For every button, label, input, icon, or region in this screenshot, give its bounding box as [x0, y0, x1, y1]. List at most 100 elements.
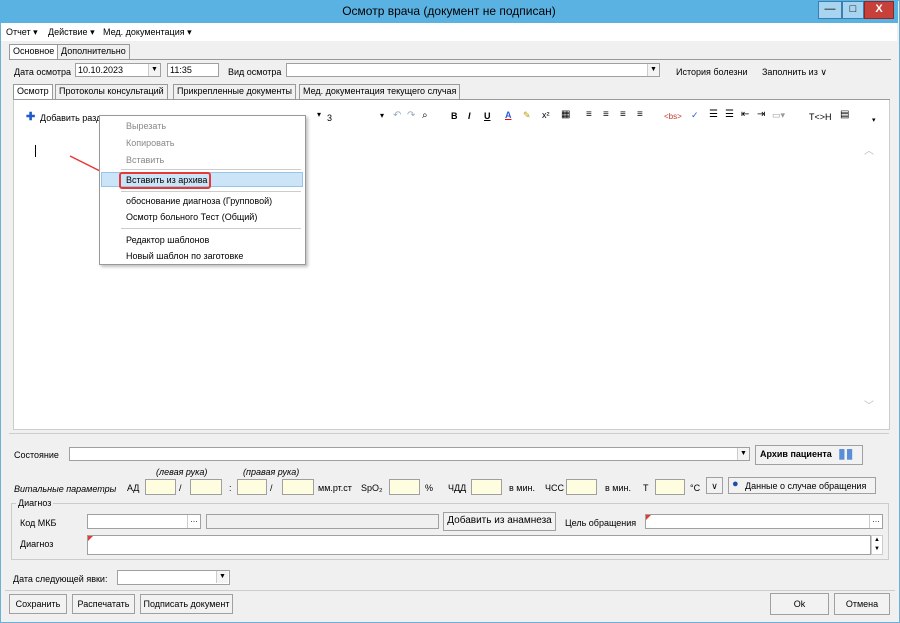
- subtab-case-docs[interactable]: Мед. документация текущего случая: [299, 84, 461, 99]
- menu-item-template-diagnosis[interactable]: обоснование диагноза (Групповой): [126, 196, 272, 206]
- bullet-list-icon[interactable]: ☰: [725, 109, 734, 120]
- menu-item-new-template[interactable]: Новый шаблон по заготовке: [126, 251, 243, 261]
- insert-icon[interactable]: ▭▾: [772, 110, 785, 121]
- bold-icon[interactable]: B: [451, 111, 458, 121]
- font-color-icon[interactable]: A: [505, 110, 512, 120]
- toolbar-overflow-icon[interactable]: ▾: [872, 116, 876, 124]
- chevron-down-icon: ∨: [711, 481, 718, 491]
- chevron-down-icon[interactable]: ▼: [647, 64, 659, 76]
- chevron-down-icon[interactable]: ▼: [737, 448, 749, 460]
- sign-document-button[interactable]: Подписать документ: [140, 594, 233, 614]
- align-justify-icon[interactable]: ≡: [637, 109, 643, 120]
- superscript-icon[interactable]: x²: [542, 110, 550, 120]
- save-button[interactable]: Сохранить: [9, 594, 67, 614]
- next-visit-input[interactable]: [117, 570, 230, 585]
- exam-kind-select[interactable]: [286, 63, 660, 77]
- scroll-up-icon[interactable]: ︿: [864, 142, 874, 157]
- spellcheck-icon[interactable]: ✓: [691, 110, 699, 121]
- diagnosis-spinner[interactable]: ▲ ▼: [871, 535, 883, 555]
- minimize-button[interactable]: —: [818, 1, 842, 19]
- required-marker: [88, 536, 93, 541]
- underline-icon[interactable]: U: [484, 111, 491, 121]
- subtab-consult-protocols[interactable]: Протоколы консультаций: [55, 84, 168, 99]
- close-button[interactable]: X: [864, 1, 894, 19]
- case-data-button[interactable]: Данные о случае обращения: [728, 477, 876, 494]
- add-section-button[interactable]: Добавить разд: [40, 113, 101, 123]
- time-input[interactable]: 11:35: [167, 63, 219, 77]
- person-icon: ●: [732, 478, 739, 490]
- goal-browse-button[interactable]: …: [869, 515, 882, 528]
- time-value: 11:35: [170, 65, 192, 75]
- mkb-browse-button[interactable]: …: [187, 515, 200, 528]
- date-value: 10.10.2023: [78, 65, 124, 75]
- percent-label: %: [425, 483, 434, 493]
- menu-item-template-editor[interactable]: Редактор шаблонов: [126, 235, 209, 245]
- highlight-icon[interactable]: ✎: [523, 110, 531, 121]
- chevron-down-icon[interactable]: ▼: [148, 64, 160, 76]
- table-icon[interactable]: ▦: [561, 109, 570, 120]
- clipboard-icon[interactable]: ▤: [840, 109, 849, 120]
- add-from-anamnesis-button[interactable]: Добавить из анамнеза: [443, 512, 556, 531]
- print-button[interactable]: Распечатать: [72, 594, 135, 614]
- font-size-chevron-icon[interactable]: ▾: [317, 110, 321, 119]
- chevron-down-icon[interactable]: ▾: [380, 111, 384, 120]
- vitals-expand-button[interactable]: ∨: [706, 477, 723, 494]
- tab-additional[interactable]: Дополнительно: [57, 44, 130, 59]
- scroll-down-icon[interactable]: ﹀: [864, 397, 874, 412]
- footer-divider: [5, 590, 895, 591]
- tab-divider: [9, 59, 891, 60]
- celsius-label: °С: [690, 483, 701, 493]
- menu-item-paste[interactable]: Вставить: [126, 155, 164, 165]
- subtab-exam[interactable]: Осмотр: [13, 84, 53, 99]
- mkb-name-field: [206, 514, 439, 529]
- menu-action[interactable]: Действие ▾: [48, 27, 95, 38]
- align-center-icon[interactable]: ≡: [603, 109, 609, 120]
- outdent-icon[interactable]: ⇤: [741, 109, 749, 120]
- cancel-button[interactable]: Отмена: [834, 593, 890, 615]
- menu-med-docs[interactable]: Мед. документация ▾: [103, 27, 192, 38]
- th-button[interactable]: T<>H: [809, 112, 832, 122]
- chevron-down-icon[interactable]: ▼: [216, 571, 228, 583]
- bp-right-sys-input[interactable]: [237, 479, 267, 495]
- font-size-value[interactable]: 3: [327, 113, 332, 123]
- italic-icon[interactable]: I: [468, 111, 471, 121]
- align-right-icon[interactable]: ≡: [620, 109, 626, 120]
- add-icon[interactable]: ✚: [26, 110, 35, 123]
- menu-item-paste-from-archive[interactable]: Вставить из архива: [126, 175, 207, 185]
- numbered-list-icon[interactable]: ☰: [709, 109, 718, 120]
- heart-rate-input[interactable]: [566, 479, 597, 495]
- menu-separator: [121, 169, 301, 170]
- history-link[interactable]: История болезни: [676, 67, 748, 77]
- menu-report[interactable]: Отчет ▾: [6, 27, 38, 38]
- undo-icon[interactable]: ↶: [393, 110, 401, 121]
- align-left-icon[interactable]: ≡: [586, 109, 592, 120]
- bp-right-dia-input[interactable]: [282, 479, 314, 495]
- vitals-label: Витальные параметры: [14, 484, 117, 494]
- maximize-button[interactable]: □: [842, 1, 864, 19]
- spo2-input[interactable]: [389, 479, 420, 495]
- menu-item-cut[interactable]: Вырезать: [126, 121, 166, 131]
- left-arm-label: (левая рука): [156, 467, 208, 477]
- menu-separator: [121, 228, 301, 229]
- bp-left-dia-input[interactable]: [190, 479, 222, 495]
- state-select[interactable]: [69, 447, 750, 461]
- redo-icon[interactable]: ↷: [407, 110, 415, 121]
- bp-slash: /: [179, 483, 182, 493]
- books-icon: ▮▮: [838, 445, 854, 461]
- mkb-code-input[interactable]: [87, 514, 201, 529]
- menu-item-copy[interactable]: Копировать: [126, 138, 174, 148]
- goal-input[interactable]: [645, 514, 883, 529]
- mmhg-label: мм.рт.ст: [318, 483, 352, 493]
- ok-button[interactable]: Ok: [770, 593, 829, 615]
- diagnosis-input[interactable]: [87, 535, 871, 555]
- resp-rate-input[interactable]: [471, 479, 502, 495]
- fill-from-menu[interactable]: Заполнить из ∨: [762, 67, 827, 78]
- temp-input[interactable]: [655, 479, 685, 495]
- menu-item-template-exam[interactable]: Осмотр больного Тест (Общий): [126, 212, 257, 222]
- subtab-attached-docs[interactable]: Прикрепленные документы: [173, 84, 296, 99]
- tab-main[interactable]: Основное: [9, 44, 59, 59]
- tag-button[interactable]: <bs>: [664, 112, 682, 121]
- find-icon[interactable]: ⌕: [422, 110, 428, 121]
- bp-left-sys-input[interactable]: [145, 479, 176, 495]
- indent-icon[interactable]: ⇥: [757, 109, 765, 120]
